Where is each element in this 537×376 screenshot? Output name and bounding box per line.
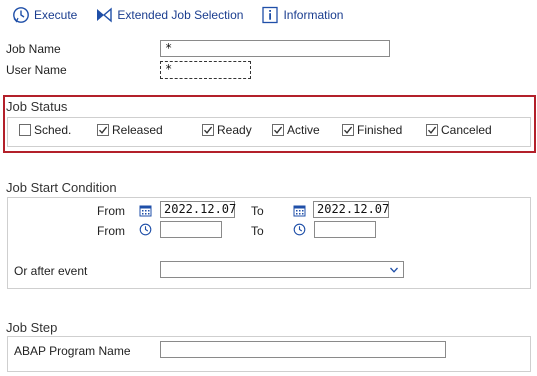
checkmark-icon [427,126,437,134]
job-name-input[interactable]: * [160,40,390,57]
checkmark-icon [98,126,108,134]
checkbox-box[interactable] [426,124,438,136]
execute-clock-icon [13,7,29,23]
status-checkbox-active[interactable]: Active [272,123,320,137]
job-step-title: Job Step [6,320,58,335]
from-date-input[interactable]: 2022.12.07 [160,201,236,218]
status-label-canceled: Canceled [441,123,492,137]
status-label-sched: Sched. [34,123,72,137]
execute-button[interactable]: Execute [12,6,77,24]
checkbox-box[interactable] [202,124,214,136]
abap-program-label: ABAP Program Name [14,344,131,358]
from-time-input[interactable] [160,221,222,238]
to-date-input[interactable]: 2022.12.07 [313,201,389,218]
abap-program-input[interactable] [160,341,446,358]
after-event-select[interactable] [160,261,404,278]
checkmark-icon [273,126,283,134]
status-checkbox-sched[interactable]: Sched. [19,123,71,137]
to-date-label: To [251,204,264,218]
execute-label: Execute [34,8,78,22]
job-name-label: Job Name [6,42,61,56]
calendar-icon[interactable] [139,204,152,217]
chevron-down-icon [390,267,398,273]
to-time-label: To [251,224,264,238]
calendar-icon[interactable] [293,204,306,217]
toolbar: Execute Extended Job Selection Informati… [0,0,537,30]
from-date-label: From [97,204,125,218]
clock-icon[interactable] [293,223,306,236]
user-name-input[interactable]: * [160,61,251,79]
checkbox-box[interactable] [19,124,31,136]
after-event-label: Or after event [14,264,88,278]
user-name-label: User Name [6,63,67,77]
info-icon [262,6,279,24]
checkbox-box[interactable] [342,124,354,136]
information-label: Information [283,8,344,22]
status-checkbox-released[interactable]: Released [97,123,163,137]
status-label-active: Active [287,123,320,137]
extended-job-selection-label: Extended Job Selection [117,8,244,22]
bowtie-icon [97,7,113,23]
status-checkbox-ready[interactable]: Ready [202,123,252,137]
extended-job-selection-button[interactable]: Extended Job Selection [95,6,243,24]
checkbox-box[interactable] [272,124,284,136]
clock-icon[interactable] [139,223,152,236]
information-button[interactable]: Information [261,6,343,24]
to-time-input[interactable] [314,221,376,238]
status-label-ready: Ready [217,123,252,137]
status-label-finished: Finished [357,123,403,137]
status-checkbox-canceled[interactable]: Canceled [426,123,492,137]
from-time-label: From [97,224,125,238]
start-condition-title: Job Start Condition [6,180,117,195]
checkmark-icon [343,126,353,134]
status-checkbox-finished[interactable]: Finished [342,123,402,137]
status-label-released: Released [112,123,163,137]
checkmark-icon [203,126,213,134]
checkbox-box[interactable] [97,124,109,136]
